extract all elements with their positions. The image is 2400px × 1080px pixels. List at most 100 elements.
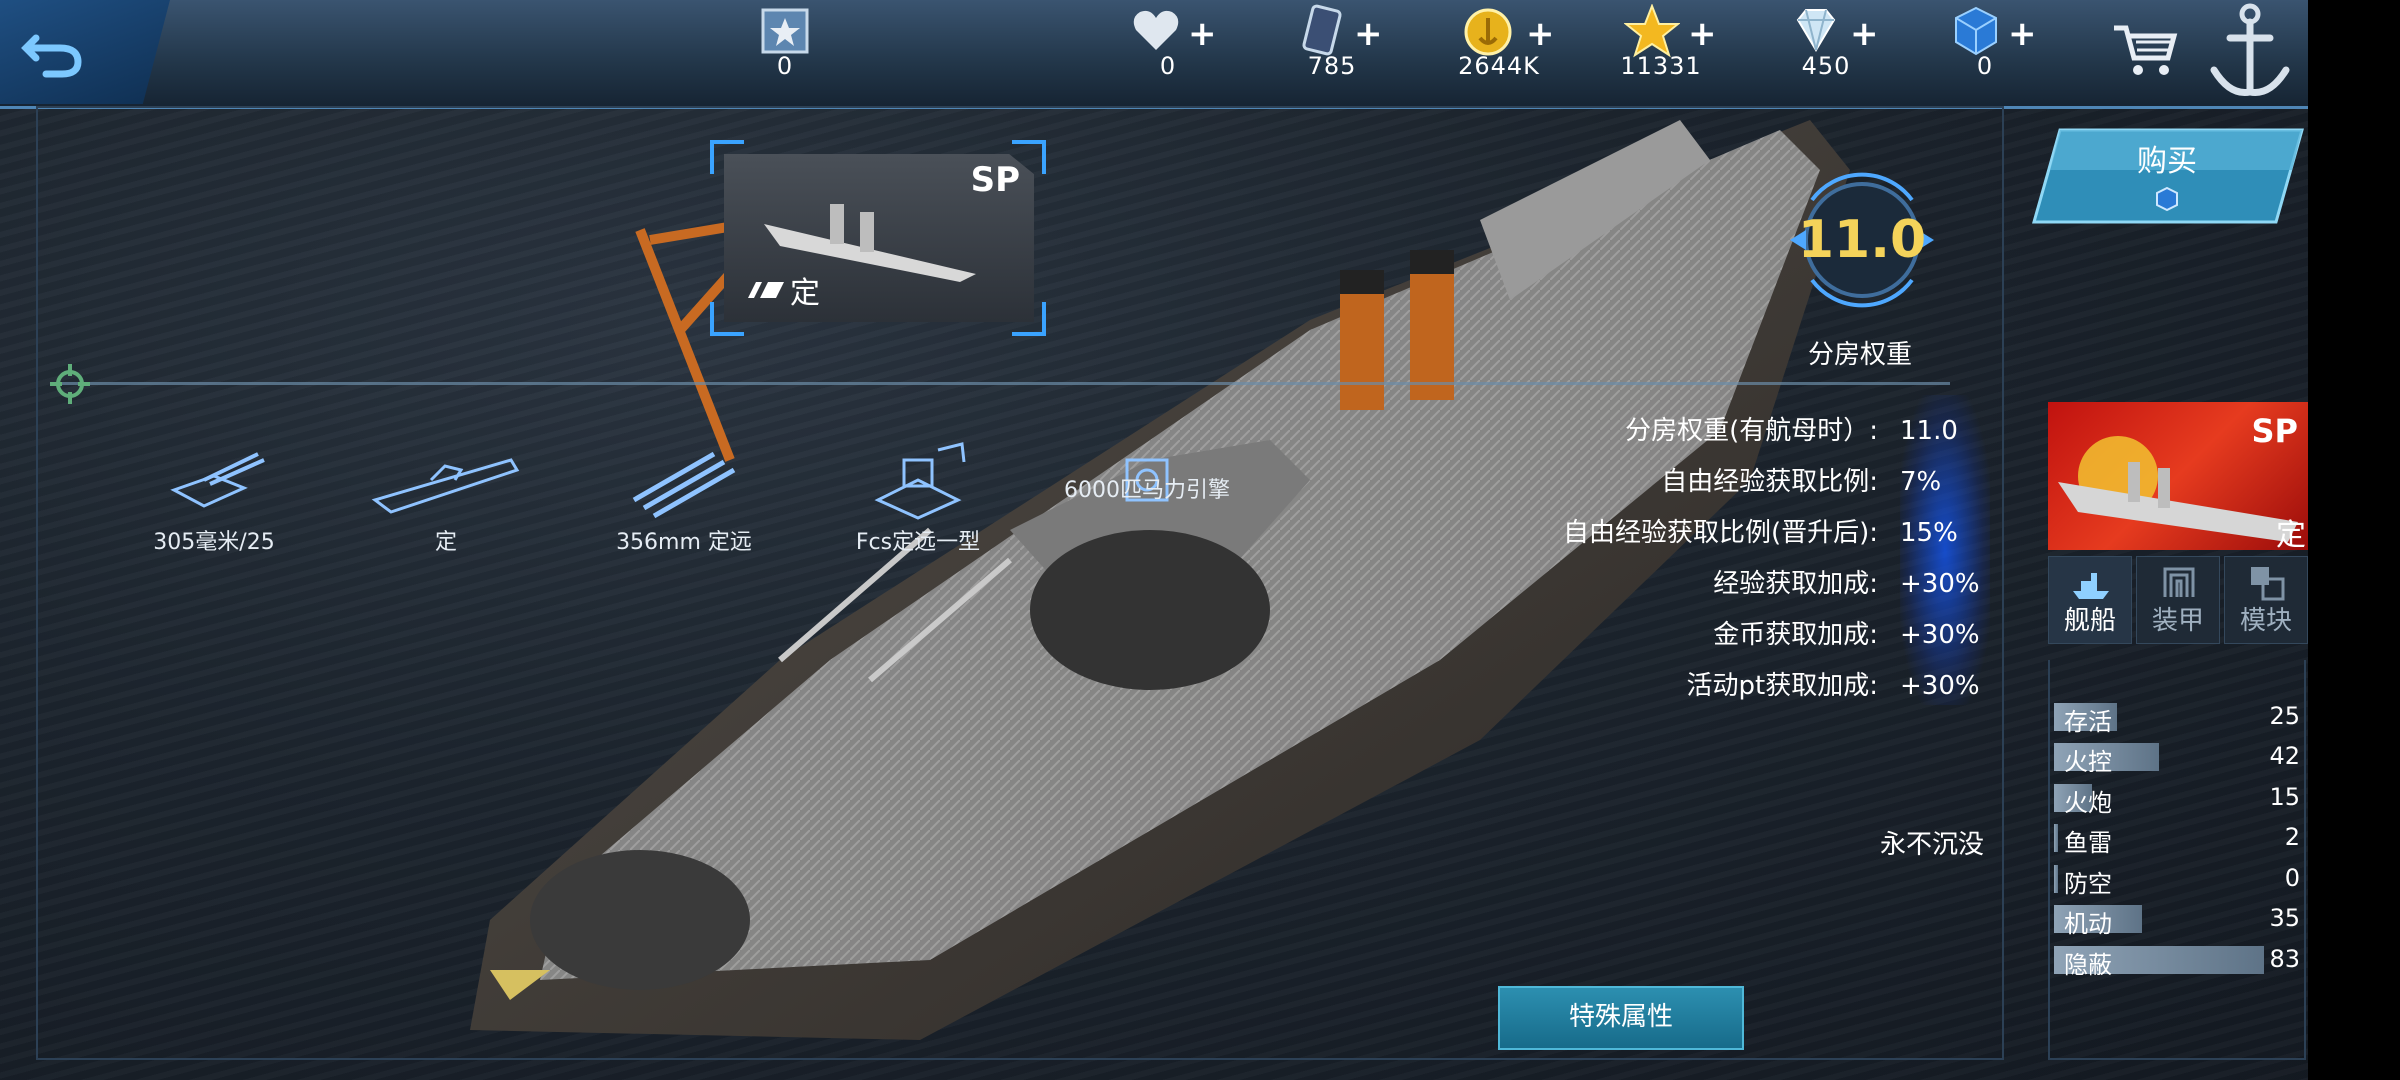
stat-value: 11.0 <box>1900 416 1958 446</box>
blue-cube-icon <box>1955 6 1997 56</box>
card-icon <box>1302 4 1342 56</box>
attr-name: 鱼雷 <box>2064 829 2112 857</box>
attr-anti-air: 防空 0 <box>2054 862 2304 898</box>
stat-label: 活动pt获取加成: <box>1686 671 1878 701</box>
card-class: 定 <box>790 276 820 311</box>
shop-cart-icon[interactable] <box>2110 20 2180 80</box>
attr-value: 83 <box>2269 945 2300 973</box>
tab-armor[interactable]: 装甲 <box>2136 556 2220 644</box>
cube-resource[interactable]: + 0 <box>1940 0 2037 104</box>
attr-value: 2 <box>2284 823 2300 851</box>
main-gun-icon <box>170 452 265 508</box>
attr-name: 机动 <box>2064 910 2112 938</box>
equip-label: 356mm 定远 <box>616 530 752 555</box>
back-arrow-icon[interactable] <box>18 20 88 80</box>
anchor-icon[interactable] <box>2200 0 2300 106</box>
cube-plus-icon[interactable]: + <box>2008 14 2037 54</box>
equip-label: 6000匹马力引擎 <box>1064 478 1230 503</box>
heart-icon <box>1133 10 1179 50</box>
rank-resource[interactable]: 0 <box>740 0 830 104</box>
stat-row: 金币获取加成: +30% <box>1713 614 1980 658</box>
weight-label: 分房权重 <box>1808 340 1913 370</box>
stat-label: 经验获取加成: <box>1713 569 1878 599</box>
equip-fire-control[interactable]: Fcs定远一型 <box>808 440 1028 556</box>
equip-engine[interactable]: 6000匹马力引擎 <box>1042 440 1252 502</box>
divider-line <box>60 382 1950 385</box>
armor-tab-icon <box>2163 567 2195 597</box>
stat-value: +30% <box>1900 620 1980 650</box>
card-rarity: SP <box>970 160 1020 200</box>
cube-value: 0 <box>1976 52 1994 80</box>
tab-ship[interactable]: 舰船 <box>2048 556 2132 644</box>
attr-bar <box>2054 824 2059 852</box>
attr-name: 防空 <box>2064 870 2112 898</box>
ship-tab-icon <box>2073 573 2109 599</box>
tab-label: 装甲 <box>2151 606 2204 636</box>
stat-value: 7% <box>1900 467 1942 497</box>
attr-mobility: 机动 35 <box>2054 902 2304 938</box>
module-tab-icon <box>2251 567 2285 601</box>
ship-thumbnail[interactable]: SP 定 <box>2048 402 2308 550</box>
stat-row: 经验获取加成: +30% <box>1713 563 1980 607</box>
attr-name: 火炮 <box>2064 789 2112 817</box>
stat-label: 自由经验获取比例: <box>1661 467 1878 497</box>
diamond-resource[interactable]: + 450 <box>1776 0 1879 104</box>
stat-value: +30% <box>1900 569 1980 599</box>
gold-coin-icon <box>1464 8 1512 56</box>
attr-artillery: 火炮 15 <box>2054 781 2304 817</box>
stat-row: 自由经验获取比例(晋升后): 15% <box>1563 512 1980 556</box>
star-icon <box>1624 4 1680 58</box>
attr-stealth: 隐蔽 83 <box>2054 943 2304 979</box>
buy-button[interactable]: 购买 <box>2030 126 2304 226</box>
tab-module[interactable]: 模块 <box>2224 556 2308 644</box>
equip-torpedo[interactable]: 356mm 定远 <box>574 440 794 556</box>
stat-label: 自由经验获取比例(晋升后): <box>1562 518 1878 548</box>
thumb-class: 定 <box>2276 518 2306 550</box>
attr-bar <box>2054 865 2058 893</box>
stat-row: 分房权重(有航母时）: 11.0 <box>1625 410 1980 454</box>
card-plus-icon[interactable]: + <box>1354 14 1383 54</box>
class-stripe-icon <box>748 282 784 298</box>
equip-label: 305毫米/25 <box>153 530 275 555</box>
attr-torpedo: 鱼雷 2 <box>2054 821 2304 857</box>
equip-hull[interactable]: 定 <box>336 440 556 556</box>
diamond-value: 450 <box>1801 52 1851 80</box>
star-resource[interactable]: + 11331 <box>1606 0 1717 104</box>
attr-name: 火控 <box>2064 748 2112 776</box>
rank-badge-icon <box>761 8 809 54</box>
screen-edge <box>2308 0 2400 1080</box>
gold-value: 2644K <box>1458 52 1540 80</box>
side-tabs: 舰船 装甲 模块 <box>2048 556 2308 644</box>
attr-survival: 存活 25 <box>2054 700 2304 736</box>
ship-card[interactable]: SP 定 <box>710 140 1046 336</box>
attr-value: 35 <box>2269 904 2300 932</box>
star-value: 11331 <box>1620 52 1702 80</box>
thumb-rarity: SP <box>2251 412 2299 450</box>
stat-row: 自由经验获取比例: 7% <box>1661 461 1980 505</box>
attr-name: 存活 <box>2064 708 2112 736</box>
star-plus-icon[interactable]: + <box>1688 14 1717 54</box>
stat-label: 分房权重(有航母时）: <box>1625 416 1878 446</box>
card-value: 785 <box>1307 52 1357 80</box>
rank-value: 0 <box>776 52 794 80</box>
equip-label: Fcs定远一型 <box>855 530 981 555</box>
top-bar: 0 + 0 + 785 + 2644K + 11331 + 450 + 0 <box>0 0 2308 109</box>
attr-value: 15 <box>2269 783 2300 811</box>
gold-resource[interactable]: + 2644K <box>1444 0 1555 104</box>
heart-plus-icon[interactable]: + <box>1188 14 1217 54</box>
diamond-plus-icon[interactable]: + <box>1850 14 1879 54</box>
stat-value: 15% <box>1900 518 1958 548</box>
heart-resource[interactable]: + 0 <box>1118 0 1218 104</box>
diamond-icon <box>1796 9 1836 52</box>
card-resource[interactable]: + 785 <box>1282 0 1383 104</box>
tab-label: 模块 <box>2239 606 2292 636</box>
equip-main-gun[interactable]: 305毫米/25 <box>104 440 324 556</box>
hull-icon <box>371 458 520 514</box>
attr-value: 42 <box>2269 742 2300 770</box>
weight-badge <box>1790 172 1934 308</box>
attr-value: 0 <box>2284 864 2300 892</box>
torpedo-icon <box>632 451 736 519</box>
gold-plus-icon[interactable]: + <box>1526 14 1555 54</box>
stat-label: 金币获取加成: <box>1713 620 1878 650</box>
special-attributes-button[interactable]: 特殊属性 <box>1498 986 1744 1050</box>
